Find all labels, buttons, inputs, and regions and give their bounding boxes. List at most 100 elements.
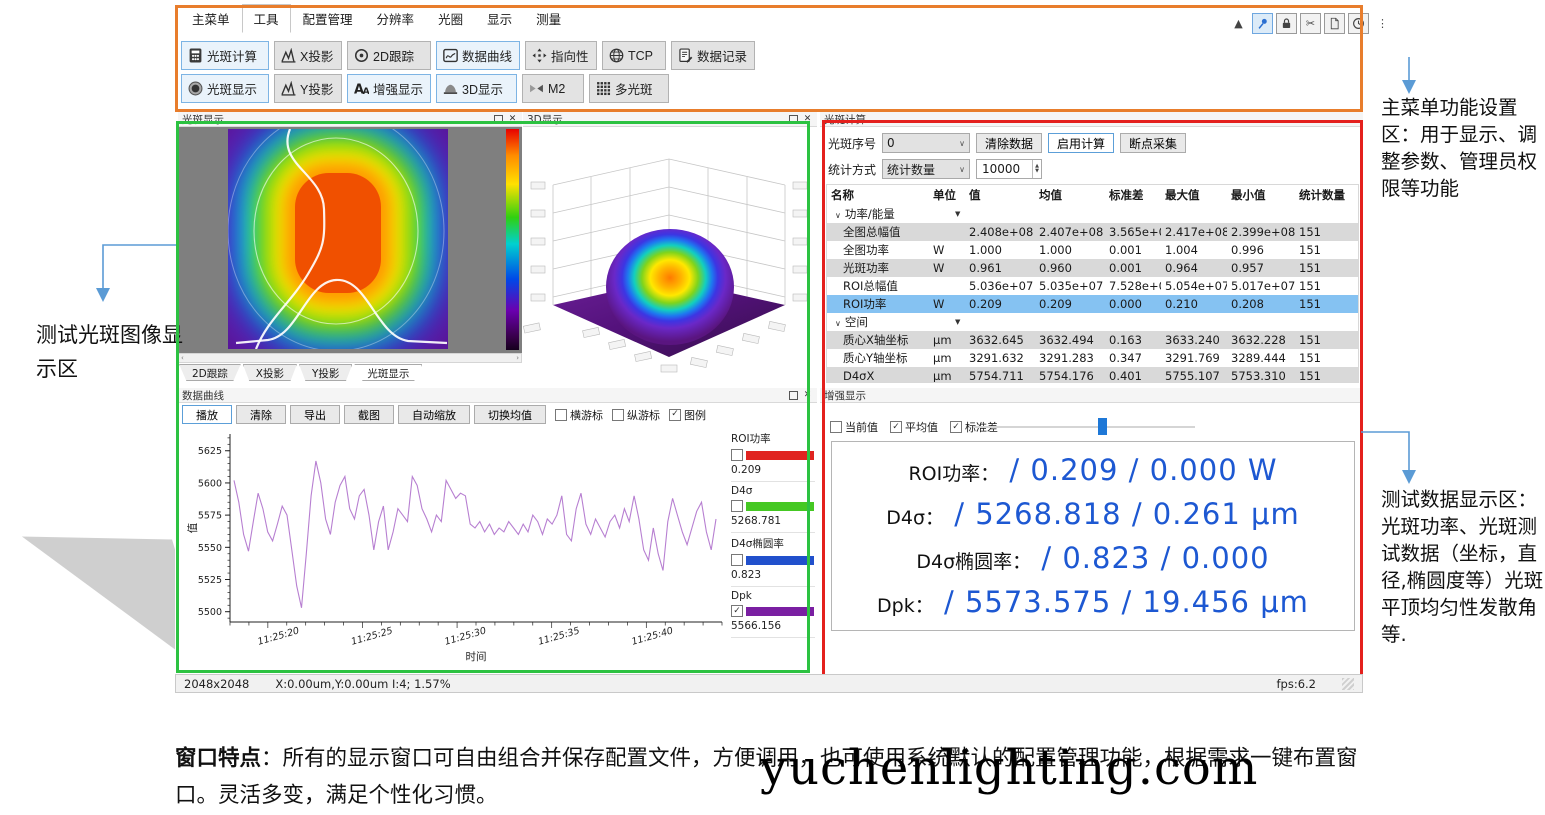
calculator-icon [188, 48, 203, 63]
table-row[interactable]: 质心X轴坐标 μm 3632.645 3632.494 0.163 3633.240 363… [827, 331, 1358, 349]
calc-button-断点采集[interactable]: 断点采集 [1120, 133, 1187, 153]
readout-label: Dpk： [877, 595, 934, 617]
calculator-button[interactable]: 光斑计算 [181, 41, 269, 70]
toolbar-button-label: 多光斑 [615, 83, 653, 97]
projection-y-button[interactable]: Y投影 [274, 74, 342, 103]
beam-calc-title-bar: 光斑计算 [820, 112, 1363, 127]
enhanced-checkbox-当前值[interactable]: 当前值 [830, 419, 878, 435]
enhanced-slider-track[interactable] [973, 426, 1195, 428]
curve-checkbox-图例[interactable]: 图例 [669, 407, 706, 423]
resize-grip-icon[interactable] [1342, 677, 1354, 690]
svg-text:5550: 5550 [198, 543, 222, 554]
close-panel-icon[interactable]: ✕ [507, 114, 518, 125]
stat-mode-dropdown[interactable]: 统计数量 ∨ [882, 159, 971, 179]
menu-tab-主菜单[interactable]: 主菜单 [180, 4, 242, 33]
curve-button-截图[interactable]: 截图 [344, 405, 394, 424]
stat-count-spinner[interactable]: 10000 ▲ ▼ [976, 159, 1043, 179]
collapse-icon[interactable]: ▲ [1228, 13, 1249, 34]
menu-tab-测量[interactable]: 测量 [524, 4, 573, 33]
table-row[interactable]: 光斑功率 W 0.961 0.960 0.001 0.964 0.957 151 [827, 259, 1358, 277]
curve-checkbox-纵游标[interactable]: 纵游标 [612, 407, 660, 423]
table-cell: 0.163 [1109, 333, 1142, 347]
beam-tab-X投影[interactable]: X投影 [242, 364, 297, 381]
table-row[interactable]: D4σX μm 5754.711 5754.176 0.401 5755.107 5753.… [827, 367, 1358, 383]
close-panel-icon[interactable]: ✕ [802, 114, 813, 125]
document-icon[interactable] [1324, 13, 1345, 34]
curve-checkbox-横游标[interactable]: 横游标 [555, 407, 603, 423]
seq-dropdown[interactable]: 0 ∨ [882, 133, 971, 153]
direction-button[interactable]: 指向性 [525, 41, 597, 70]
curve-button-切换均值[interactable]: 切换均值 [474, 405, 546, 424]
curve-button-自动缩放[interactable]: 自动缩放 [398, 405, 470, 424]
window-control-icons: ▲ ✂ ⋮ [1228, 13, 1393, 34]
legend-checkbox[interactable] [731, 554, 743, 566]
float-panel-icon[interactable] [788, 114, 799, 125]
calc-button-启用计算[interactable]: 启用计算 [1048, 133, 1115, 153]
legend-value: 0.823 [731, 569, 762, 581]
table-group-row[interactable]: ∨ 空间 ▼ [827, 313, 1358, 331]
checkbox-label: 纵游标 [627, 408, 660, 422]
table-row[interactable]: 质心Y轴坐标 μm 3291.632 3291.283 0.347 3291.769 328… [827, 349, 1358, 367]
enhance-button[interactable]: A A 增强显示 [347, 74, 431, 103]
menu-tab-分辨率[interactable]: 分辨率 [365, 4, 427, 33]
more-icon[interactable]: ⋮ [1372, 13, 1393, 34]
close-panel-icon[interactable]: ✕ [802, 390, 813, 401]
table-row[interactable]: ROI功率 W 0.209 0.209 0.000 0.210 0.208 151 [827, 295, 1358, 313]
dome-3d-button[interactable]: 3D显示 [436, 74, 517, 103]
trend-line-chart[interactable]: 5500 5525 5550 5575 5600 5625 11:25:20 11:25:25… [182, 426, 728, 668]
menu-tab-配置管理[interactable]: 配置管理 [291, 4, 365, 33]
curve-button-清除[interactable]: 清除 [236, 405, 286, 424]
table-cell: 5755.107 [1165, 369, 1220, 383]
enhance-icon: AA [354, 81, 369, 96]
curve-button-导出[interactable]: 导出 [290, 405, 340, 424]
float-panel-icon[interactable] [788, 390, 799, 401]
group-name: ∨ 空间 [827, 314, 929, 330]
readout-value: / 5268.818 / 0.261 μm [944, 497, 1300, 531]
table-row[interactable]: 全图总幅值 2.408e+08 2.407e+08 3.565e+05 2.417e+0… [827, 223, 1358, 241]
enhanced-slider-handle[interactable] [1098, 418, 1107, 435]
lock-icon[interactable] [1276, 13, 1297, 34]
clock-icon[interactable] [1348, 13, 1369, 34]
curve-button-播放[interactable]: 播放 [182, 405, 232, 424]
float-panel-icon[interactable] [493, 114, 504, 125]
legend-checkbox[interactable] [731, 449, 743, 461]
target-button[interactable]: 2D跟踪 [347, 41, 431, 70]
calc-button-清除数据[interactable]: 清除数据 [976, 133, 1043, 153]
legend-value: 5566.156 [731, 620, 782, 632]
pin-icon[interactable] [1252, 13, 1273, 34]
menu-tab-光圈[interactable]: 光圈 [426, 4, 475, 33]
projection-x-button[interactable]: X投影 [274, 41, 342, 70]
readout-label: D4σ椭圆率： [916, 551, 1032, 573]
beam-image-viewport[interactable] [178, 127, 522, 353]
legend-bar-row [731, 449, 815, 461]
enhanced-checkbox-平均值[interactable]: 平均值 [890, 419, 938, 435]
spot-button[interactable]: 光斑显示 [181, 74, 269, 103]
globe-button[interactable]: TCP [602, 41, 666, 70]
scissors-icon[interactable]: ✂ [1300, 13, 1321, 34]
table-row[interactable]: 全图功率 W 1.000 1.000 0.001 1.004 0.996 151 [827, 241, 1358, 259]
legend-checkbox[interactable] [731, 500, 743, 512]
group-filter-icon: ▼ [955, 210, 961, 218]
data-curve-button[interactable]: 数据曲线 [436, 41, 520, 70]
readout-label: D4σ： [886, 507, 945, 529]
bowtie-button[interactable]: M2 [522, 74, 584, 103]
table-row[interactable]: ROI总幅值 5.036e+07 5.035e+07 7.528e+04 5.054e+… [827, 277, 1358, 295]
table-cell: 2.408e+08 [969, 225, 1034, 239]
menu-tab-显示[interactable]: 显示 [475, 4, 524, 33]
legend-checkbox[interactable] [731, 605, 743, 617]
menu-tab-工具[interactable]: 工具 [241, 4, 291, 33]
checkbox-label: 横游标 [570, 408, 603, 422]
record-button[interactable]: 数据记录 [671, 41, 755, 70]
statistics-table[interactable]: 名称 单位值均值 标准差 最大值 最小值 统计数量 ∨ 功率/能量 ▼ 全图总幅值 2.408e+0… [826, 184, 1359, 383]
beam-display-title-bar: 光斑显示 ✕ [178, 112, 522, 127]
horizontal-scrollbar[interactable]: ‹ › [178, 353, 522, 363]
table-cell: 质心X轴坐标 [843, 333, 909, 347]
checkbox-icon [830, 421, 842, 433]
table-cell: 151 [1299, 225, 1321, 239]
image-size-status: 2048x2048 [184, 676, 250, 691]
multi-spot-button[interactable]: 多光斑 [589, 74, 669, 103]
beam-tab-光斑显示[interactable]: 光斑显示 [354, 364, 423, 381]
beam-tab-Y投影[interactable]: Y投影 [298, 364, 353, 381]
table-group-row[interactable]: ∨ 功率/能量 ▼ [827, 205, 1358, 223]
surface-3d-plot[interactable] [523, 127, 817, 385]
